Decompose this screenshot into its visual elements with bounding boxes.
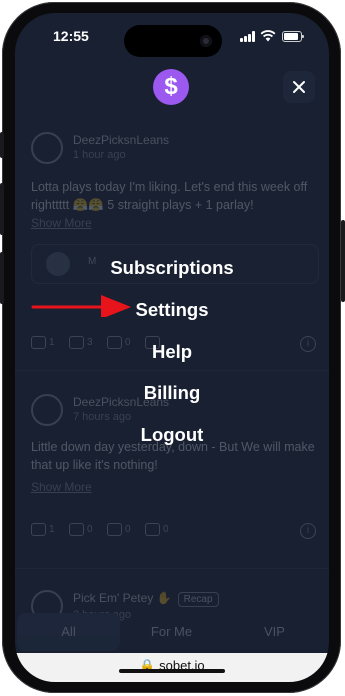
recap-badge: Recap [177, 592, 219, 607]
post-username: Pick Em' Petey ✋ Recap [73, 591, 219, 607]
signal-icon [240, 31, 256, 42]
menu-item-logout[interactable]: Logout [15, 424, 329, 446]
volume-up-button [0, 183, 4, 235]
post-time: 1 hour ago [73, 149, 126, 161]
tab-vip[interactable]: VIP [223, 613, 326, 651]
divider [15, 370, 329, 371]
thumbs-up-button[interactable]: 0 [69, 523, 93, 539]
battery-level [284, 33, 298, 40]
post-username: DeezPicksnLeans [73, 133, 170, 147]
wifi-icon [260, 30, 276, 42]
status-time: 12:55 [53, 28, 89, 44]
power-button [341, 220, 345, 302]
camera-icon [200, 35, 212, 47]
info-icon[interactable]: i [300, 523, 316, 539]
battery-icon [282, 31, 304, 42]
close-menu-button[interactable] [283, 71, 315, 103]
show-more-link[interactable]: Show More [31, 480, 92, 494]
menu-item-help[interactable]: Help [15, 341, 329, 363]
post-time: 7 hours ago [73, 411, 132, 423]
feed-tabs: All For Me VIP [15, 613, 329, 657]
home-indicator[interactable] [119, 669, 225, 673]
close-icon [293, 81, 305, 93]
tab-for-me[interactable]: For Me [120, 613, 223, 651]
sobet-logo: $ [153, 69, 189, 105]
tab-all[interactable]: All [17, 613, 120, 651]
browser-url-bar[interactable]: 🔒 sobet.io [15, 653, 329, 682]
avatar [31, 132, 63, 164]
divider [15, 568, 329, 569]
post-text: Lotta plays today I'm liking. Let's end … [31, 180, 308, 212]
action-button [0, 132, 4, 158]
dynamic-island [124, 25, 222, 57]
screen: 12:55 $ DeezPicksnLeans 1 hour ago Lotta… [15, 13, 329, 682]
menu-item-billing[interactable]: Billing [15, 382, 329, 404]
status-bar: 12:55 [15, 13, 329, 59]
menu-item-subscriptions[interactable]: Subscriptions [15, 257, 329, 279]
thumbs-down-button[interactable]: 0 [107, 523, 131, 539]
volume-down-button [0, 252, 4, 304]
like-button[interactable]: 1 [31, 523, 55, 539]
red-arrow-annotation [31, 295, 131, 317]
post-actions: 1 0 0 0 i [31, 523, 316, 539]
comment-button[interactable]: 0 [145, 523, 169, 539]
show-more-link[interactable]: Show More [31, 216, 92, 230]
